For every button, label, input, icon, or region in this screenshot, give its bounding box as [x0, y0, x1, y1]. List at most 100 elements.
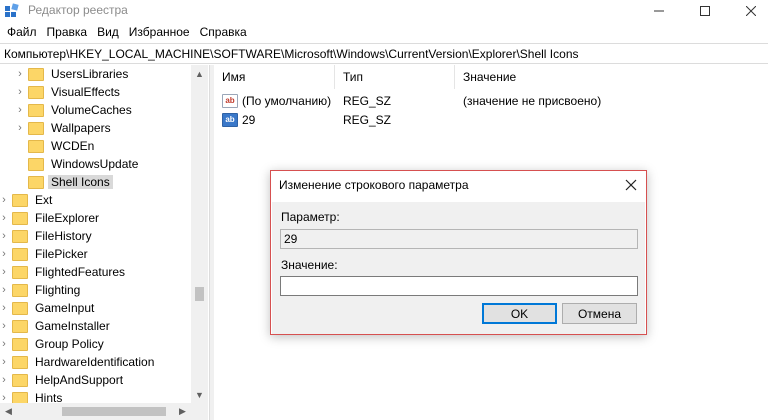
- tree-item[interactable]: › VolumeCaches: [14, 101, 135, 119]
- cancel-button[interactable]: Отмена: [562, 303, 637, 324]
- tree-item[interactable]: › Flighting: [0, 281, 83, 299]
- menu-favorites[interactable]: Избранное: [126, 25, 197, 39]
- chevron-right-icon[interactable]: ›: [14, 83, 26, 101]
- string-value-icon: ab: [222, 93, 238, 108]
- tree-item[interactable]: WCDEn: [14, 137, 97, 155]
- value-type: REG_SZ: [343, 93, 392, 108]
- tree-item[interactable]: › FileExplorer: [0, 209, 102, 227]
- chevron-right-icon[interactable]: ›: [0, 227, 10, 245]
- tree-item[interactable]: › GameInput: [0, 299, 97, 317]
- column-header-name[interactable]: Имя: [214, 65, 335, 89]
- menu-help[interactable]: Справка: [197, 25, 254, 39]
- chevron-right-icon[interactable]: ›: [0, 335, 10, 353]
- minimize-button[interactable]: [636, 0, 682, 22]
- chevron-right-icon[interactable]: ›: [0, 353, 10, 371]
- tree-item[interactable]: › Wallpapers: [14, 119, 114, 137]
- list-row[interactable]: ab 29 REG_SZ: [214, 110, 463, 129]
- value-label: Значение:: [281, 258, 338, 272]
- value-data: [455, 110, 463, 129]
- chevron-right-icon[interactable]: ›: [0, 245, 10, 263]
- tree-item[interactable]: › GameInstaller: [0, 317, 113, 335]
- scroll-left-arrow-icon[interactable]: ◀: [0, 403, 17, 420]
- folder-icon: [12, 193, 28, 207]
- ok-button[interactable]: OK: [482, 303, 557, 324]
- tree-vertical-scrollbar[interactable]: ▲ ▼: [191, 65, 208, 403]
- tree-item[interactable]: › FlightedFeatures: [0, 263, 128, 281]
- dialog-close-button[interactable]: [617, 173, 645, 197]
- tree-item-label: WindowsUpdate: [51, 157, 139, 171]
- menu-bar: Файл Правка Вид Избранное Справка: [0, 22, 768, 42]
- chevron-right-icon[interactable]: ›: [14, 101, 26, 119]
- tree-item-label: VisualEffects: [51, 85, 120, 99]
- tree-item-label: FileExplorer: [35, 211, 100, 225]
- chevron-right-icon[interactable]: ›: [0, 209, 10, 227]
- tree-item-label: FileHistory: [35, 229, 92, 243]
- close-button[interactable]: [728, 0, 768, 22]
- tree-item-label: HardwareIdentification: [35, 355, 155, 369]
- menu-edit[interactable]: Правка: [44, 25, 95, 39]
- param-name-field[interactable]: 29: [280, 229, 638, 249]
- title-bar[interactable]: Редактор реестра: [0, 0, 768, 22]
- column-header-type[interactable]: Тип: [335, 65, 455, 89]
- menu-view[interactable]: Вид: [94, 25, 126, 39]
- folder-icon: [12, 283, 28, 297]
- chevron-right-icon[interactable]: ›: [0, 263, 10, 281]
- value-data-input[interactable]: [280, 276, 638, 296]
- value-data: (значение не присвоено): [463, 93, 602, 108]
- folder-icon: [28, 121, 44, 135]
- folder-icon: [28, 175, 44, 189]
- folder-icon: [28, 85, 44, 99]
- tree-item[interactable]: › HelpAndSupport: [0, 371, 126, 389]
- close-icon: [625, 179, 637, 191]
- address-bar[interactable]: Компьютер\HKEY_LOCAL_MACHINE\SOFTWARE\Mi…: [0, 43, 768, 64]
- dialog-body: Параметр: 29 Значение: OK Отмена: [272, 202, 645, 334]
- value-name: (По умолчанию): [242, 93, 332, 108]
- string-value-icon: ab: [222, 112, 238, 127]
- tree-item[interactable]: › Group Policy: [0, 335, 107, 353]
- regedit-app-icon: [4, 3, 20, 19]
- scroll-thumb[interactable]: [195, 287, 204, 301]
- registry-tree[interactable]: › UsersLibraries › VisualEffects › VolumeCach…: [0, 65, 209, 420]
- chevron-right-icon[interactable]: ›: [14, 65, 26, 83]
- scroll-up-arrow-icon[interactable]: ▲: [191, 65, 208, 82]
- tree-item-label: Ext: [35, 193, 53, 207]
- tree-horizontal-scrollbar[interactable]: ◀ ▶: [0, 403, 208, 420]
- tree-item-label: WCDEn: [51, 139, 95, 153]
- list-header: Имя Тип Значение: [214, 65, 768, 89]
- tree-item[interactable]: Shell Icons: [14, 173, 113, 191]
- value-type: REG_SZ: [343, 112, 392, 127]
- chevron-right-icon[interactable]: ›: [0, 317, 10, 335]
- edit-string-dialog: Изменение строкового параметра Параметр:…: [270, 170, 647, 335]
- tree-item-label: Group Policy: [35, 337, 104, 351]
- folder-icon: [28, 139, 44, 153]
- folder-icon: [12, 229, 28, 243]
- tree-item[interactable]: › HardwareIdentification: [0, 353, 157, 371]
- tree-item-label: GameInput: [35, 301, 95, 315]
- tree-item[interactable]: › Ext: [0, 191, 55, 209]
- tree-item[interactable]: WindowsUpdate: [14, 155, 141, 173]
- chevron-right-icon[interactable]: ›: [0, 299, 10, 317]
- maximize-button[interactable]: [682, 0, 728, 22]
- scroll-down-arrow-icon[interactable]: ▼: [191, 386, 208, 403]
- tree-item[interactable]: › FilePicker: [0, 245, 91, 263]
- folder-icon: [28, 157, 44, 171]
- list-row[interactable]: ab (По умолчанию) REG_SZ (значение не пр…: [214, 91, 601, 110]
- chevron-right-icon[interactable]: ›: [14, 119, 26, 137]
- tree-item-label: HelpAndSupport: [35, 373, 124, 387]
- scroll-right-arrow-icon[interactable]: ▶: [174, 403, 191, 420]
- scroll-thumb-horizontal[interactable]: [62, 407, 166, 416]
- column-header-value[interactable]: Значение: [455, 65, 768, 89]
- tree-item[interactable]: › FileHistory: [0, 227, 95, 245]
- chevron-right-icon[interactable]: ›: [0, 281, 10, 299]
- chevron-right-icon[interactable]: ›: [0, 191, 10, 209]
- menu-file[interactable]: Файл: [4, 25, 44, 39]
- tree-item[interactable]: › UsersLibraries: [14, 65, 131, 83]
- folder-icon: [12, 337, 28, 351]
- value-name: 29: [242, 112, 256, 127]
- chevron-right-icon[interactable]: ›: [0, 371, 10, 389]
- param-label: Параметр:: [281, 210, 340, 224]
- tree-item-label: FilePicker: [35, 247, 88, 261]
- folder-icon: [12, 301, 28, 315]
- tree-item[interactable]: › VisualEffects: [14, 83, 123, 101]
